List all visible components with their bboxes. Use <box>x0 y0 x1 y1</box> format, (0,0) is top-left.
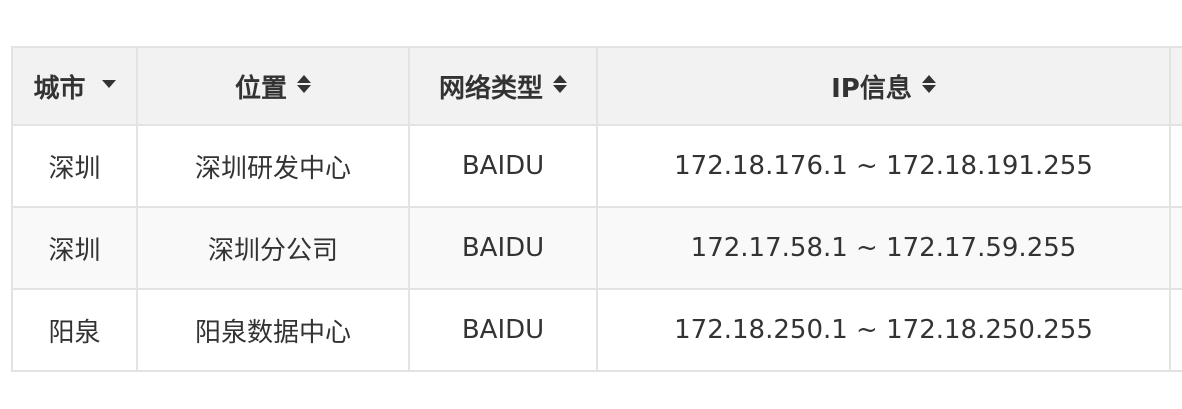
cell-extra <box>1169 206 1182 290</box>
cell-location: 深圳分公司 <box>136 206 410 290</box>
sort-icon[interactable] <box>921 74 936 94</box>
column-header-label: 位置 <box>234 73 287 104</box>
ip-table-container: 城市 位置 网络类型 IP信息 深圳 深圳研发中心 BAIDU 172.18.1… <box>11 46 1182 372</box>
caret-down-icon[interactable] <box>101 80 116 88</box>
sort-icon[interactable] <box>297 74 311 94</box>
column-header-ip-info[interactable]: IP信息 <box>596 46 1171 126</box>
cell-extra <box>1169 124 1182 208</box>
column-header-network-type[interactable]: 网络类型 <box>408 46 598 126</box>
cell-network-type: BAIDU <box>408 124 598 208</box>
cell-extra <box>1169 288 1182 372</box>
column-header-city[interactable]: 城市 <box>11 46 138 126</box>
cell-ip-info: 172.18.250.1 ~ 172.18.250.255 <box>596 288 1171 372</box>
cell-ip-info: 172.17.58.1 ~ 172.17.59.255 <box>596 206 1171 290</box>
table-row: 阳泉 阳泉数据中心 BAIDU 172.18.250.1 ~ 172.18.25… <box>11 288 1182 372</box>
cell-location: 深圳研发中心 <box>136 124 410 208</box>
cell-location: 阳泉数据中心 <box>136 288 410 372</box>
column-header-label: 城市 <box>33 73 86 104</box>
sort-icon[interactable] <box>553 74 567 94</box>
table-row: 深圳 深圳研发中心 BAIDU 172.18.176.1 ~ 172.18.19… <box>11 124 1182 208</box>
column-header-label: IP信息 <box>831 73 912 104</box>
cell-city: 阳泉 <box>11 288 138 372</box>
cell-network-type: BAIDU <box>408 288 598 372</box>
cell-city: 深圳 <box>11 124 138 208</box>
column-header-location[interactable]: 位置 <box>136 46 410 126</box>
table-row: 深圳 深圳分公司 BAIDU 172.17.58.1 ~ 172.17.59.2… <box>11 206 1182 290</box>
cell-city: 深圳 <box>11 206 138 290</box>
column-header-label: 网络类型 <box>438 73 543 104</box>
cell-network-type: BAIDU <box>408 206 598 290</box>
ip-table: 城市 位置 网络类型 IP信息 深圳 深圳研发中心 BAIDU 172.18.1… <box>11 46 1182 372</box>
cell-ip-info: 172.18.176.1 ~ 172.18.191.255 <box>596 124 1171 208</box>
table-header-row: 城市 位置 网络类型 IP信息 <box>11 46 1182 126</box>
column-header-extra <box>1169 46 1182 126</box>
